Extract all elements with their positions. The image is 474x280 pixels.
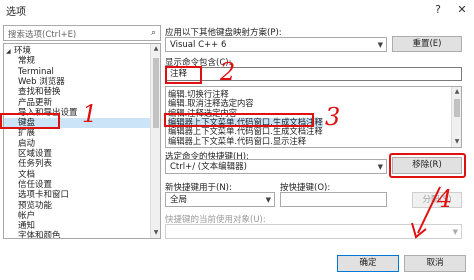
close-button[interactable]: ✕ [452,0,472,20]
search-icon[interactable]: ⌕ [151,28,156,38]
sidebar-item-12[interactable]: 文档 [4,170,150,180]
sidebar-item-5[interactable]: 产品更新 [4,98,150,108]
scroll-down-icon[interactable]: ▼ [452,137,461,146]
command-list-item[interactable]: 编辑.取消注释选定内容 [168,99,254,108]
chevron-down-icon: ▼ [377,41,383,49]
scope-value: 全局 [170,195,188,205]
tree-scrollbar[interactable]: ▲ ▼ [150,44,160,238]
commands-filter-input[interactable]: 注释 [165,67,462,81]
sidebar-item-label: 通知 [18,221,36,232]
sidebar-item-4[interactable]: 查找和替换 [4,87,150,97]
sidebar-item-label: 查找和替换 [18,87,61,98]
annotation-box-command [164,113,314,127]
sidebar-item-14[interactable]: 选项卡和窗口 [4,190,150,200]
shortcut-select[interactable]: Ctrl+/ (文本编辑器) ▼ [165,159,387,174]
title-bar: 选项 ? ✕ [0,0,474,20]
annotation-arrow [411,186,441,239]
cancel-button[interactable]: 取消 [404,255,466,272]
sidebar-item-9[interactable]: 启动 [4,139,150,149]
sidebar-item-label: Web 浏览器 [18,76,65,87]
options-tree[interactable]: ◢ 环境 常规 Terminal Web 浏览器 查找和替换 产品更新 导入和导出设置 键盘 扩展… [3,43,161,239]
annotation-box-filter [165,66,202,84]
tree-scroll-thumb[interactable] [153,58,159,128]
sidebar-item-label: 环境 [14,46,32,56]
sidebar-item-label: 扩展 [18,128,36,139]
chevron-down-icon: ▼ [265,196,271,204]
sidebar-item-3[interactable]: Web 浏览器 [4,77,150,87]
command-list-item[interactable]: 编辑器上下文菜单.代码窗口.显示注释 [168,136,306,146]
sidebar-item-18[interactable]: 字体和颜色 [4,231,150,239]
sidebar-item-8[interactable]: 扩展 [4,128,150,138]
sidebar-item-label: 任务列表 [18,159,53,170]
sidebar-item-label: 帐户 [18,210,36,221]
reset-button[interactable]: 重置(E) [392,36,462,52]
scope-select[interactable]: 全局 ▼ [165,192,275,207]
sidebar-item-label: 选项卡和窗口 [18,190,70,201]
search-placeholder: 搜索选项(Ctrl+E) [8,30,77,40]
sidebar-item-label: 预览功能 [18,200,53,211]
sidebar-item-2[interactable]: Terminal [4,67,150,77]
sidebar-item-0[interactable]: ◢ 环境 [4,46,150,56]
ok-button[interactable]: 确定 [337,255,399,272]
sidebar-item-15[interactable]: 预览功能 [4,201,150,211]
sidebar-item-label: 信任设置 [18,179,53,190]
sidebar-item-1[interactable]: 常规 [4,56,150,66]
sidebar-item-label: 文档 [18,169,36,180]
shortcut-value: Ctrl+/ (文本编辑器) [170,162,247,172]
sidebar-item-label: 常规 [18,56,36,67]
annotation-number-2: 2 [220,58,236,86]
sidebar-item-label: 区域设置 [18,149,53,159]
window-title: 选项 [6,7,26,18]
sidebar-item-13[interactable]: 信任设置 [4,180,150,190]
commands-scrollbar[interactable]: ▲ ▼ [451,87,461,147]
keys-input[interactable] [280,192,387,207]
mapping-scheme-value: Visual C++ 6 [170,40,227,50]
scroll-down-icon[interactable]: ▼ [151,228,160,238]
scroll-up-icon[interactable]: ▲ [151,44,160,54]
help-button[interactable]: ? [428,0,448,20]
search-input[interactable]: 搜索选项(Ctrl+E) ⌕ [3,25,161,41]
commands-scroll-thumb[interactable] [454,99,460,117]
chevron-down-icon: ▼ [377,163,383,171]
sidebar-item-11[interactable]: 任务列表 [4,159,150,169]
annotation-number-1: 1 [82,100,98,128]
sidebar-item-label: 产品更新 [18,97,53,108]
chevron-down-icon: ▼ [452,228,458,236]
sidebar-item-16[interactable]: 帐户 [4,211,150,221]
sidebar-item-10[interactable]: 区域设置 [4,149,150,159]
sidebar-item-label: 启动 [18,138,36,149]
annotation-number-3: 3 [325,103,341,131]
annotation-box-keyboard [0,113,60,129]
sidebar-item-17[interactable]: 通知 [4,221,150,231]
mapping-scheme-select[interactable]: Visual C++ 6 ▼ [165,37,387,52]
scroll-up-icon[interactable]: ▲ [452,87,461,96]
command-list-item[interactable]: 编辑器上下文菜单.代码窗口.生成文档注释 [168,127,323,136]
sidebar-item-label: 字体和颜色 [18,231,61,239]
sidebar-item-label: Terminal [18,66,54,77]
